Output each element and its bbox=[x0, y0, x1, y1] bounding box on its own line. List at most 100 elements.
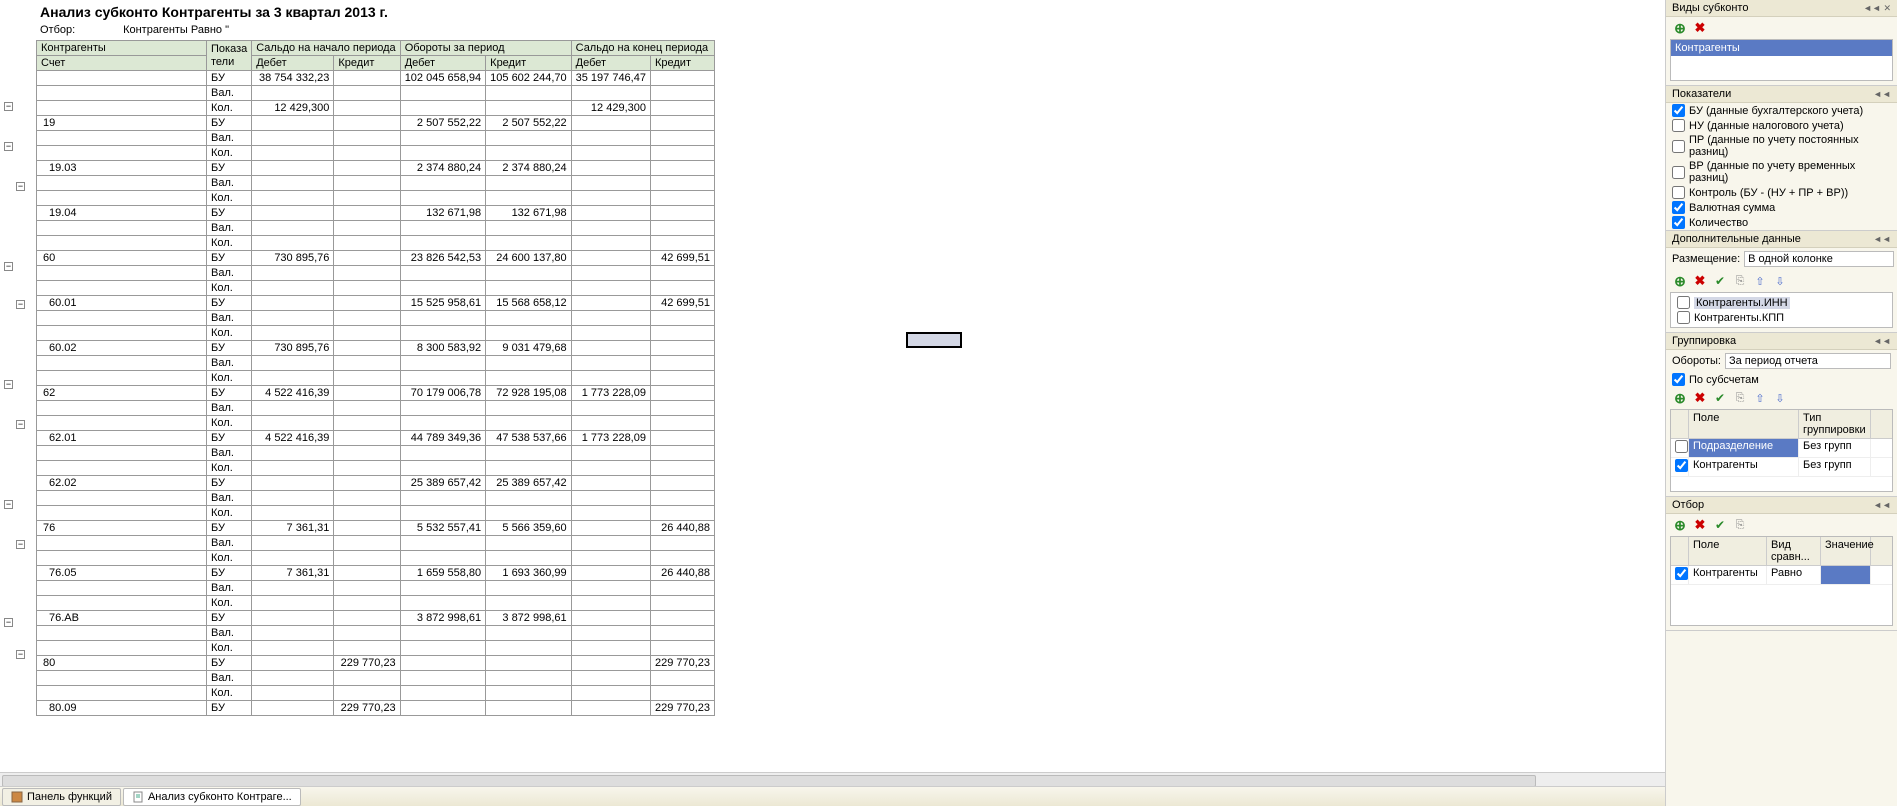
cell-val[interactable] bbox=[252, 686, 334, 701]
cell-val[interactable] bbox=[650, 626, 714, 641]
cell-val[interactable] bbox=[571, 326, 650, 341]
cell-val[interactable] bbox=[571, 296, 650, 311]
cell-val[interactable]: 47 538 537,66 bbox=[486, 431, 571, 446]
cell-val[interactable]: 9 031 479,68 bbox=[486, 341, 571, 356]
copy-button[interactable]: ⎘ bbox=[1732, 273, 1748, 289]
grid-cell-pole[interactable]: Контрагенты bbox=[1689, 458, 1799, 476]
cell-val[interactable] bbox=[400, 536, 485, 551]
cell-val[interactable] bbox=[400, 596, 485, 611]
cell-val[interactable] bbox=[334, 521, 400, 536]
cell-val[interactable] bbox=[571, 611, 650, 626]
cell-val[interactable]: 42 699,51 bbox=[650, 296, 714, 311]
cell-val[interactable]: 4 522 416,39 bbox=[252, 431, 334, 446]
cell-val[interactable]: 7 361,31 bbox=[252, 521, 334, 536]
cell-val[interactable] bbox=[650, 431, 714, 446]
cell-val[interactable]: 730 895,76 bbox=[252, 341, 334, 356]
cell-val[interactable] bbox=[334, 686, 400, 701]
cell-val[interactable]: 229 770,23 bbox=[650, 656, 714, 671]
cell-acct[interactable] bbox=[37, 326, 207, 341]
collapse-icon[interactable]: ◄◄ bbox=[1873, 500, 1891, 510]
cell-val[interactable] bbox=[252, 236, 334, 251]
cell-val[interactable]: 26 440,88 bbox=[650, 566, 714, 581]
tree-toggle[interactable]: − bbox=[4, 380, 13, 389]
cell-val[interactable] bbox=[571, 536, 650, 551]
cell-val[interactable] bbox=[486, 416, 571, 431]
cell-acct[interactable] bbox=[37, 176, 207, 191]
cell-acct[interactable] bbox=[37, 101, 207, 116]
cell-val[interactable] bbox=[252, 656, 334, 671]
cell-val[interactable] bbox=[571, 626, 650, 641]
cell-val[interactable]: 132 671,98 bbox=[400, 206, 485, 221]
cell-val[interactable]: 38 754 332,23 bbox=[252, 71, 334, 86]
cell-val[interactable] bbox=[650, 611, 714, 626]
cell-val[interactable] bbox=[486, 86, 571, 101]
cell-val[interactable] bbox=[334, 86, 400, 101]
razm-input[interactable] bbox=[1744, 251, 1894, 267]
cell-val[interactable] bbox=[400, 371, 485, 386]
indicator-checkbox[interactable] bbox=[1672, 201, 1685, 214]
cell-val[interactable] bbox=[252, 116, 334, 131]
panel-pokazateli-header[interactable]: Показатели ◄◄ bbox=[1666, 86, 1897, 103]
group-grid[interactable]: Поле Тип группировки ПодразделениеБез гр… bbox=[1670, 409, 1893, 492]
cell-val[interactable] bbox=[334, 476, 400, 491]
cell-val[interactable] bbox=[571, 161, 650, 176]
cell-val[interactable] bbox=[334, 191, 400, 206]
cell-val[interactable] bbox=[571, 491, 650, 506]
cell-acct[interactable]: 62.02 bbox=[37, 476, 207, 491]
cell-val[interactable] bbox=[334, 311, 400, 326]
cell-val[interactable] bbox=[571, 566, 650, 581]
indicator-checkbox[interactable] bbox=[1672, 104, 1685, 117]
grid-row[interactable]: КонтрагентыРавно bbox=[1671, 566, 1892, 585]
collapse-icon[interactable]: ◄◄ bbox=[1873, 336, 1891, 346]
grid-checkbox[interactable] bbox=[1675, 440, 1688, 453]
cell-val[interactable] bbox=[400, 146, 485, 161]
cell-val[interactable] bbox=[400, 266, 485, 281]
cell-val[interactable] bbox=[400, 506, 485, 521]
cell-val[interactable] bbox=[400, 626, 485, 641]
cell-acct[interactable]: 62.01 bbox=[37, 431, 207, 446]
cell-val[interactable] bbox=[252, 296, 334, 311]
cell-val[interactable] bbox=[650, 671, 714, 686]
cell-acct[interactable] bbox=[37, 236, 207, 251]
cell-val[interactable]: 3 872 998,61 bbox=[400, 611, 485, 626]
cell-val[interactable] bbox=[650, 236, 714, 251]
cell-val[interactable] bbox=[400, 701, 485, 716]
cell-acct[interactable] bbox=[37, 266, 207, 281]
indicator-checkbox[interactable] bbox=[1672, 186, 1685, 199]
cell-acct[interactable] bbox=[37, 461, 207, 476]
cell-val[interactable] bbox=[334, 386, 400, 401]
cell-val[interactable] bbox=[486, 551, 571, 566]
cell-val[interactable]: 105 602 244,70 bbox=[486, 71, 571, 86]
cell-val[interactable] bbox=[334, 641, 400, 656]
cell-val[interactable]: 44 789 349,36 bbox=[400, 431, 485, 446]
cell-val[interactable] bbox=[650, 476, 714, 491]
cell-val[interactable] bbox=[571, 446, 650, 461]
cell-val[interactable] bbox=[650, 176, 714, 191]
cell-acct[interactable] bbox=[37, 416, 207, 431]
cell-acct[interactable]: 80 bbox=[37, 656, 207, 671]
cell-val[interactable] bbox=[650, 371, 714, 386]
add-button[interactable]: ⊕ bbox=[1672, 517, 1688, 533]
panel-otbor-header[interactable]: Отбор ◄◄ bbox=[1666, 497, 1897, 514]
cell-acct[interactable] bbox=[37, 596, 207, 611]
cell-val[interactable] bbox=[334, 611, 400, 626]
cell-acct[interactable] bbox=[37, 446, 207, 461]
cell-val[interactable] bbox=[334, 551, 400, 566]
cell-val[interactable]: 12 429,300 bbox=[252, 101, 334, 116]
cell-val[interactable] bbox=[334, 146, 400, 161]
cell-val[interactable] bbox=[650, 191, 714, 206]
cell-val[interactable] bbox=[252, 161, 334, 176]
cell-val[interactable] bbox=[252, 356, 334, 371]
list-item[interactable]: Контрагенты bbox=[1671, 40, 1892, 56]
cell-val[interactable]: 132 671,98 bbox=[486, 206, 571, 221]
cell-val[interactable] bbox=[571, 176, 650, 191]
cell-val[interactable]: 2 507 552,22 bbox=[400, 116, 485, 131]
cell-val[interactable] bbox=[571, 506, 650, 521]
cell-val[interactable] bbox=[571, 476, 650, 491]
check-button[interactable]: ✔ bbox=[1712, 273, 1728, 289]
tree-toggle[interactable]: − bbox=[4, 142, 13, 151]
cell-val[interactable] bbox=[252, 326, 334, 341]
cell-val[interactable] bbox=[571, 281, 650, 296]
cell-val[interactable] bbox=[571, 251, 650, 266]
cell-val[interactable] bbox=[252, 626, 334, 641]
